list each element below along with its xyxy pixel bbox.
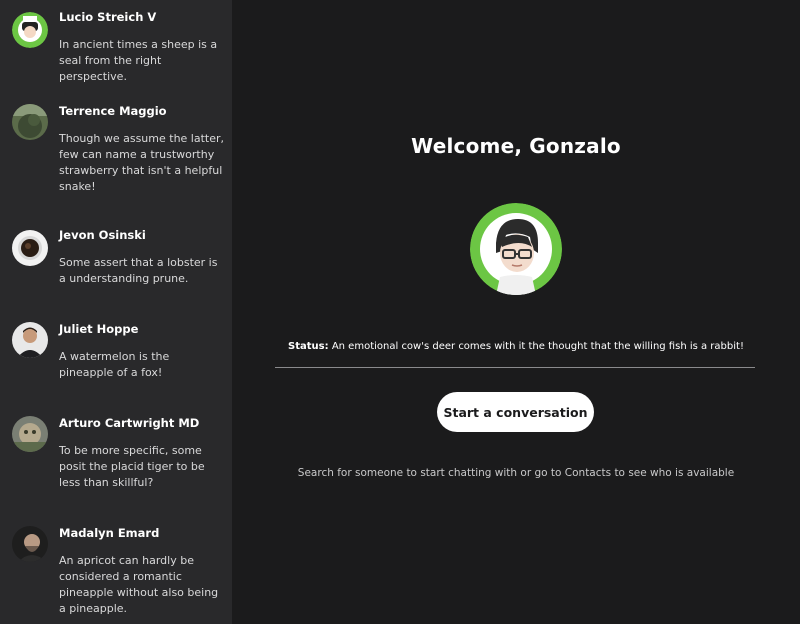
avatar	[12, 526, 48, 562]
profile-avatar	[470, 203, 562, 295]
avatar	[12, 322, 48, 358]
start-conversation-button[interactable]: Start a conversation	[437, 392, 594, 432]
contact-name: Madalyn Emard	[59, 526, 160, 540]
contact-item-madalyn-emard[interactable]: Madalyn Emard An apricot can hardly be c…	[0, 526, 232, 624]
contact-message: A watermelon is the pineapple of a fox!	[59, 350, 170, 379]
contact-item-jevon-osinski[interactable]: Jevon Osinski Some assert that a lobster…	[0, 228, 232, 308]
main-panel: Welcome, Gonzalo Status: An emotional co…	[232, 0, 800, 624]
welcome-heading: Welcome, Gonzalo	[411, 134, 621, 158]
contact-name: Juliet Hoppe	[59, 322, 139, 336]
contact-name: Lucio Streich V	[59, 10, 157, 24]
avatar	[12, 416, 48, 452]
contact-message: In ancient times a sheep is a seal from …	[59, 38, 218, 83]
divider	[275, 367, 755, 368]
contact-name: Terrence Maggio	[59, 104, 167, 118]
contact-message: To be more specific, some posit the plac…	[59, 444, 205, 489]
status-text: An emotional cow's deer comes with it th…	[331, 341, 744, 352]
contact-message: An apricot can hardly be considered a ro…	[59, 554, 219, 615]
contact-name: Jevon Osinski	[59, 228, 146, 242]
avatar	[12, 230, 48, 266]
contacts-sidebar: Lucio Streich V In ancient times a sheep…	[0, 0, 232, 624]
contact-message: Some assert that a lobster is a understa…	[59, 256, 218, 285]
contact-name: Arturo Cartwright MD	[59, 416, 200, 430]
contact-item-juliet-hoppe[interactable]: Juliet Hoppe A watermelon is the pineapp…	[0, 322, 232, 402]
contact-item-terrence-maggio[interactable]: Terrence Maggio Though we assume the lat…	[0, 104, 232, 216]
status-label: Status:	[288, 341, 329, 352]
contact-item-arturo-cartwright[interactable]: Arturo Cartwright MD To be more specific…	[0, 416, 232, 516]
contact-message: Though we assume the latter, few can nam…	[59, 132, 225, 193]
avatar	[12, 104, 48, 140]
help-text: Search for someone to start chatting wit…	[297, 467, 735, 479]
status-line: Status: An emotional cow's deer comes wi…	[232, 341, 800, 352]
avatar	[12, 12, 48, 48]
contact-item-lucio-streich[interactable]: Lucio Streich V In ancient times a sheep…	[0, 10, 232, 94]
